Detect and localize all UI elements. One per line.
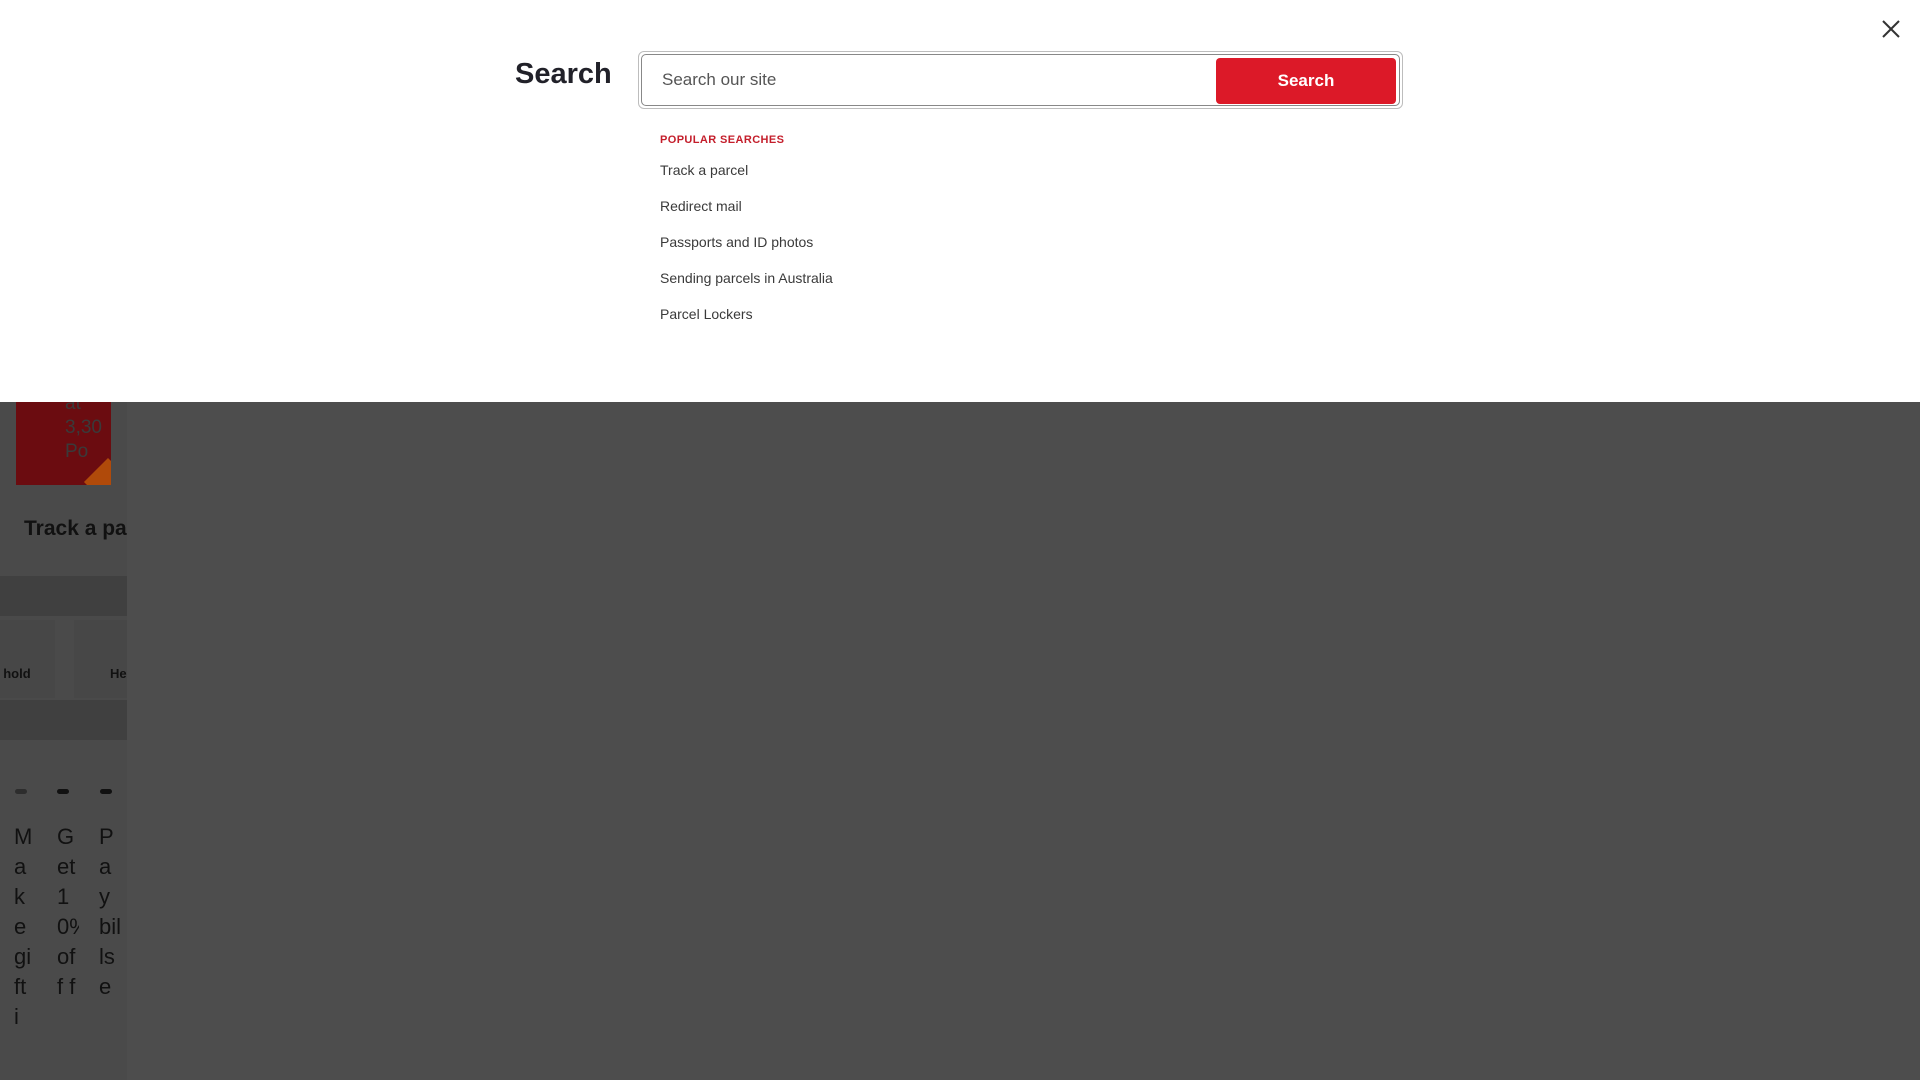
- list-item: Passports and ID photos: [660, 234, 833, 270]
- popular-searches-list: Track a parcel Redirect mail Passports a…: [660, 162, 833, 342]
- feature-column-text: Make gift i: [14, 824, 33, 1029]
- search-title: Search: [515, 58, 612, 90]
- list-item: Parcel Lockers: [660, 306, 833, 342]
- popular-searches-heading: POPULAR SEARCHES: [660, 134, 785, 146]
- list-item: Sending parcels in Australia: [660, 270, 833, 306]
- feature-column-text: Pay bills e: [99, 824, 121, 999]
- tiles-band-bottom: [0, 700, 127, 740]
- feature-icon: [100, 789, 112, 794]
- feature-icon: [57, 789, 69, 794]
- close-button[interactable]: [1876, 14, 1906, 44]
- popular-search-link[interactable]: Parcel Lockers: [660, 306, 753, 322]
- quick-link-tile: He: [74, 620, 127, 698]
- list-item: Redirect mail: [660, 198, 833, 234]
- feature-icon: [15, 789, 27, 794]
- search-input[interactable]: [660, 55, 1220, 105]
- popular-searches: POPULAR SEARCHES Track a parcel Redirect…: [660, 134, 833, 342]
- promo-text: at 3,30 Po: [65, 393, 102, 462]
- search-panel: Search Search POPULAR SEARCHES Track a p…: [0, 0, 1920, 402]
- search-button[interactable]: Search: [1216, 58, 1396, 104]
- popular-search-link[interactable]: Sending parcels in Australia: [660, 270, 833, 286]
- quick-link-tile: l hold: [0, 620, 55, 698]
- search-box-inner: Search: [641, 54, 1400, 106]
- feature-column-text: Get 10% off f: [57, 824, 79, 999]
- popular-search-link[interactable]: Track a parcel: [660, 162, 748, 178]
- list-item: Track a parcel: [660, 162, 833, 198]
- popular-search-link[interactable]: Passports and ID photos: [660, 234, 813, 250]
- popular-search-link[interactable]: Redirect mail: [660, 198, 742, 214]
- close-icon: [1882, 20, 1900, 38]
- search-box: Search: [638, 51, 1403, 109]
- tiles-band-top: [0, 576, 127, 616]
- track-parcel-heading: Track a pa: [24, 517, 127, 540]
